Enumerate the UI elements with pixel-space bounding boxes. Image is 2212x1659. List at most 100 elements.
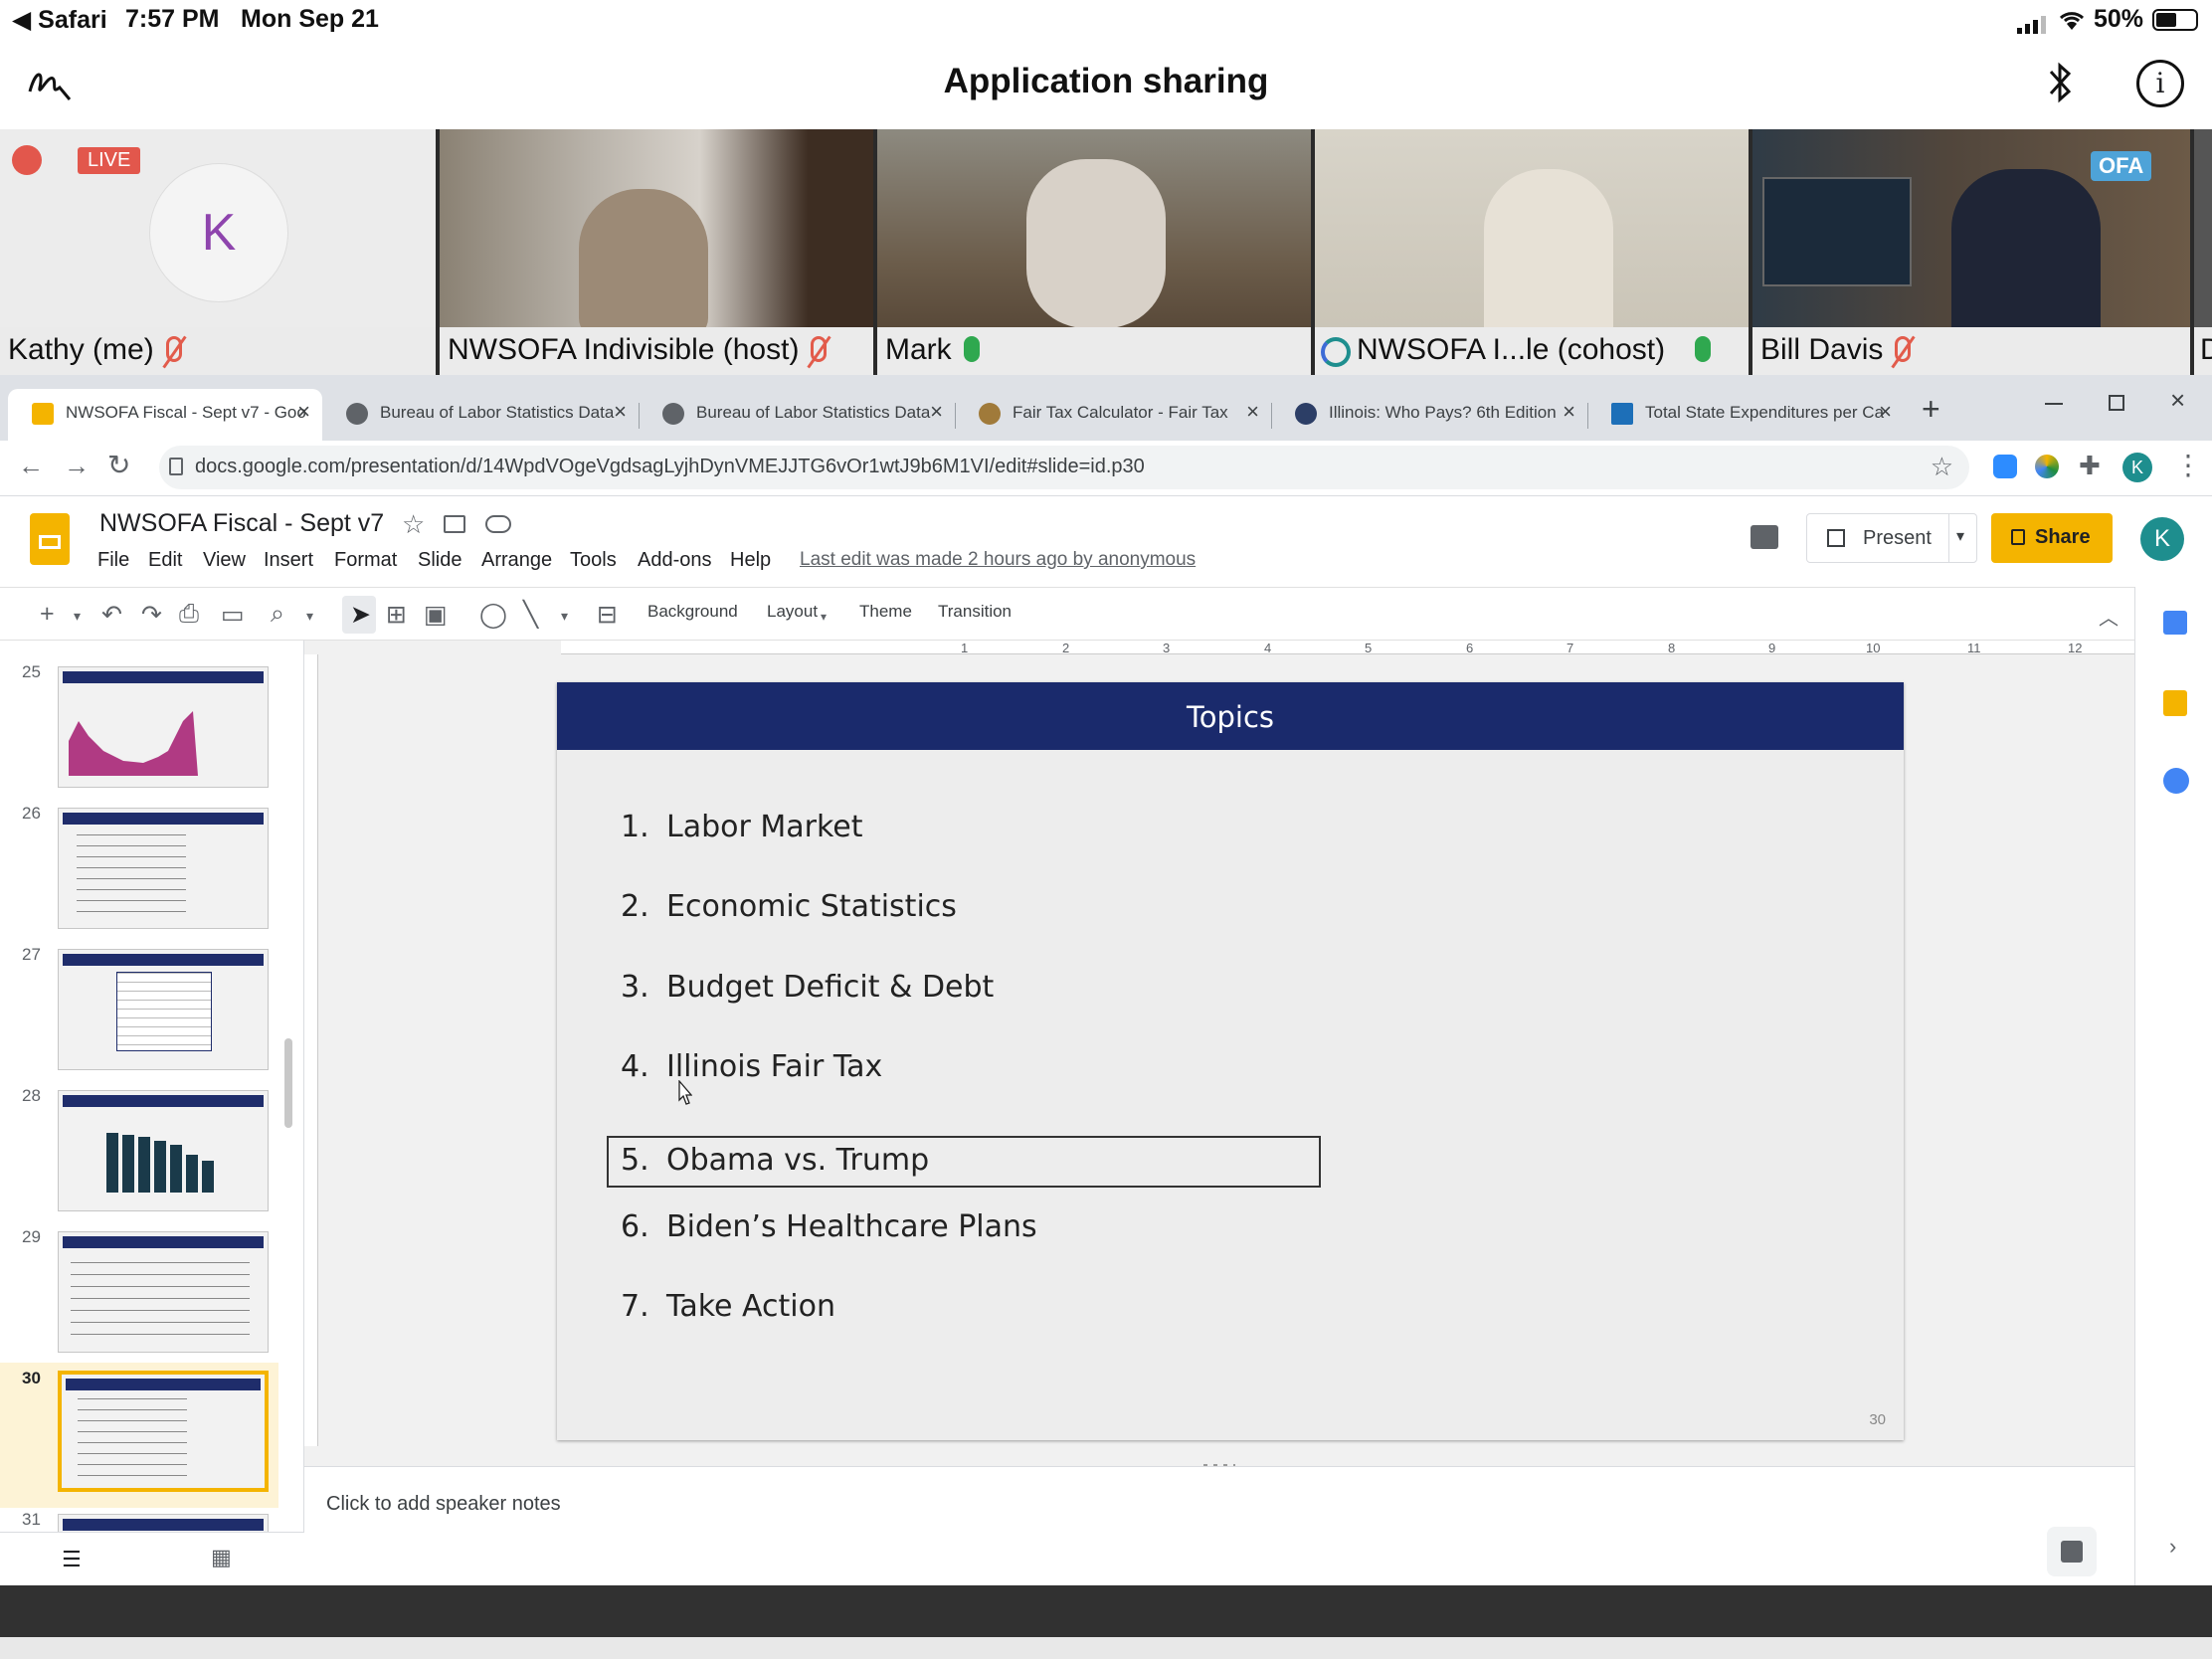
image-icon[interactable]: ▣	[424, 600, 448, 630]
participant-tile-bill[interactable]: OFA Bill Davis	[1752, 129, 2190, 375]
new-slide-dropdown-icon[interactable]: ▾	[74, 608, 81, 625]
slide-thumbnail-29[interactable]	[58, 1231, 269, 1353]
tab-bls-2[interactable]: Bureau of Labor Statistics Data ×	[639, 389, 955, 441]
line-dropdown-icon[interactable]: ▾	[561, 608, 568, 625]
speaker-notes-placeholder[interactable]: Click to add speaker notes	[326, 1493, 561, 1516]
grid-view-icon[interactable]: ▦	[211, 1545, 232, 1570]
participant-tile-partial[interactable]: D	[2194, 129, 2212, 375]
keep-icon[interactable]	[2163, 690, 2187, 716]
close-icon[interactable]: ×	[1879, 399, 1892, 425]
textbox-icon[interactable]: ⊞	[386, 600, 407, 630]
menu-add-ons[interactable]: Add-ons	[638, 549, 712, 572]
slides-logo-icon[interactable]	[30, 513, 70, 565]
layout-button[interactable]: Layout	[767, 602, 818, 622]
profile-avatar[interactable]: K	[2122, 453, 2152, 482]
topic-item-5[interactable]: 5. Obama vs. Trump	[621, 1143, 929, 1178]
participant-tile-host[interactable]: NWSOFA Indivisible (host)	[440, 129, 873, 375]
bookmark-star-icon[interactable]: ☆	[1931, 452, 1953, 482]
star-icon[interactable]: ☆	[402, 509, 425, 540]
layout-dropdown-icon[interactable]: ▾	[821, 610, 827, 624]
present-button[interactable]: Present ▾	[1806, 513, 1977, 563]
collapse-toolbar-icon[interactable]: ︿	[2099, 602, 2119, 631]
close-icon[interactable]: ×	[1563, 399, 1575, 425]
tasks-icon[interactable]	[2163, 768, 2189, 794]
new-tab-button[interactable]: +	[1922, 391, 1940, 428]
document-title[interactable]: NWSOFA Fiscal - Sept v7	[99, 509, 384, 538]
speaker-notes[interactable]: Click to add speaker notes	[304, 1466, 2134, 1585]
editor-canvas[interactable]: 1 2 3 4 5 6 7 8 9 10 11 12 13 Topics 1.L…	[304, 641, 2183, 1468]
menu-file[interactable]: File	[97, 549, 129, 572]
drive-extension-icon[interactable]	[2035, 455, 2059, 478]
minimize-button[interactable]	[2045, 403, 2063, 405]
participant-tile-mark[interactable]: Mark	[877, 129, 1311, 375]
account-avatar[interactable]: K	[2140, 517, 2184, 561]
participant-tile-kathy[interactable]: LIVE K Kathy (me)	[0, 129, 436, 375]
comment-icon[interactable]	[1751, 525, 1778, 549]
new-slide-icon[interactable]: +	[40, 600, 55, 629]
topic-item-3[interactable]: 3. Budget Deficit & Debt	[621, 970, 994, 1005]
transition-button[interactable]: Transition	[938, 602, 1012, 622]
close-icon[interactable]: ×	[930, 399, 943, 425]
bluetooth-icon[interactable]	[2045, 60, 2075, 105]
print-icon[interactable]: ⎙	[179, 600, 199, 629]
explore-button[interactable]	[2047, 1527, 2097, 1576]
slide-title[interactable]: Topics	[557, 682, 1904, 750]
background-button[interactable]: Background	[647, 602, 738, 622]
restore-button[interactable]	[2109, 395, 2124, 411]
list-view-icon[interactable]: ☰	[62, 1547, 82, 1572]
slide-thumbnail-28[interactable]	[58, 1090, 269, 1211]
comment-add-icon[interactable]: ⊟	[597, 600, 618, 630]
slide-thumbnail-30[interactable]	[58, 1371, 269, 1492]
close-icon[interactable]: ×	[614, 399, 627, 425]
menu-arrange[interactable]: Arrange	[481, 549, 552, 572]
paint-format-icon[interactable]: ▭	[221, 600, 245, 630]
move-folder-icon[interactable]	[444, 515, 465, 533]
tab-fair-tax[interactable]: Fair Tax Calculator - Fair Tax ×	[955, 389, 1271, 441]
share-button[interactable]: Share	[1991, 513, 2113, 563]
slide-thumbnail-27[interactable]	[58, 949, 269, 1070]
topic-item-4[interactable]: 4. Illinois Fair Tax	[621, 1049, 882, 1084]
shape-icon[interactable]: ◯	[479, 600, 507, 630]
undo-icon[interactable]: ↶	[101, 600, 122, 630]
tab-nwsofa-fiscal[interactable]: NWSOFA Fiscal - Sept v7 - Goo ×	[8, 389, 322, 441]
back-arrow-icon[interactable]: ←	[18, 451, 44, 481]
forward-arrow-icon[interactable]: →	[64, 451, 90, 481]
tab-who-pays[interactable]: Illinois: Who Pays? 6th Edition ×	[1271, 389, 1587, 441]
extensions-puzzle-icon[interactable]: ✚	[2079, 451, 2101, 481]
filmstrip-scrollbar[interactable]	[284, 1038, 292, 1128]
close-window-button[interactable]: ×	[2170, 385, 2185, 416]
zoom-dropdown-icon[interactable]: ▾	[306, 608, 313, 625]
close-icon[interactable]: ×	[297, 399, 310, 425]
theme-button[interactable]: Theme	[859, 602, 912, 622]
line-icon[interactable]: ╲	[523, 600, 538, 630]
topic-item-1[interactable]: 1. Labor Market	[621, 810, 863, 844]
browser-menu-icon[interactable]: ⋮	[2174, 449, 2202, 481]
redo-icon[interactable]: ↷	[141, 600, 162, 630]
url-field[interactable]: docs.google.com/presentation/d/14WpdVOge…	[159, 446, 1969, 489]
zoom-extension-icon[interactable]	[1993, 455, 2017, 478]
slide-thumbnail-31[interactable]	[58, 1514, 269, 1534]
slide-30[interactable]: Topics 1. Labor Market 2. Economic Statist…	[557, 682, 1904, 1440]
info-icon[interactable]: i	[2136, 60, 2184, 107]
menu-slide[interactable]: Slide	[418, 549, 461, 572]
zoom-icon[interactable]: ⌕	[271, 600, 284, 629]
topic-item-6[interactable]: 6. Biden’s Healthcare Plans	[621, 1209, 1037, 1244]
menu-help[interactable]: Help	[730, 549, 771, 572]
menu-insert[interactable]: Insert	[264, 549, 313, 572]
menu-edit[interactable]: Edit	[148, 549, 182, 572]
menu-view[interactable]: View	[203, 549, 246, 572]
participant-tile-cohost[interactable]: NWSOFA I...le (cohost)	[1315, 129, 1749, 375]
close-icon[interactable]: ×	[1246, 399, 1259, 425]
topic-item-2[interactable]: 2. Economic Statistics	[621, 889, 957, 924]
calendar-icon[interactable]	[2163, 611, 2187, 635]
slide-thumbnail-25[interactable]	[58, 666, 269, 788]
menu-format[interactable]: Format	[334, 549, 397, 572]
back-to-app-link[interactable]: ◀ Safari	[12, 5, 107, 35]
last-edit-link[interactable]: Last edit was made 2 hours ago by anonym…	[800, 549, 1196, 571]
reload-icon[interactable]: ↻	[107, 449, 130, 481]
expand-panel-icon[interactable]: ›	[2169, 1534, 2176, 1560]
tab-state-expenditures[interactable]: Total State Expenditures per Ca ×	[1587, 389, 1904, 441]
tab-bls-1[interactable]: Bureau of Labor Statistics Data ×	[322, 389, 639, 441]
slide-thumbnail-26[interactable]	[58, 808, 269, 929]
menu-tools[interactable]: Tools	[570, 549, 617, 572]
